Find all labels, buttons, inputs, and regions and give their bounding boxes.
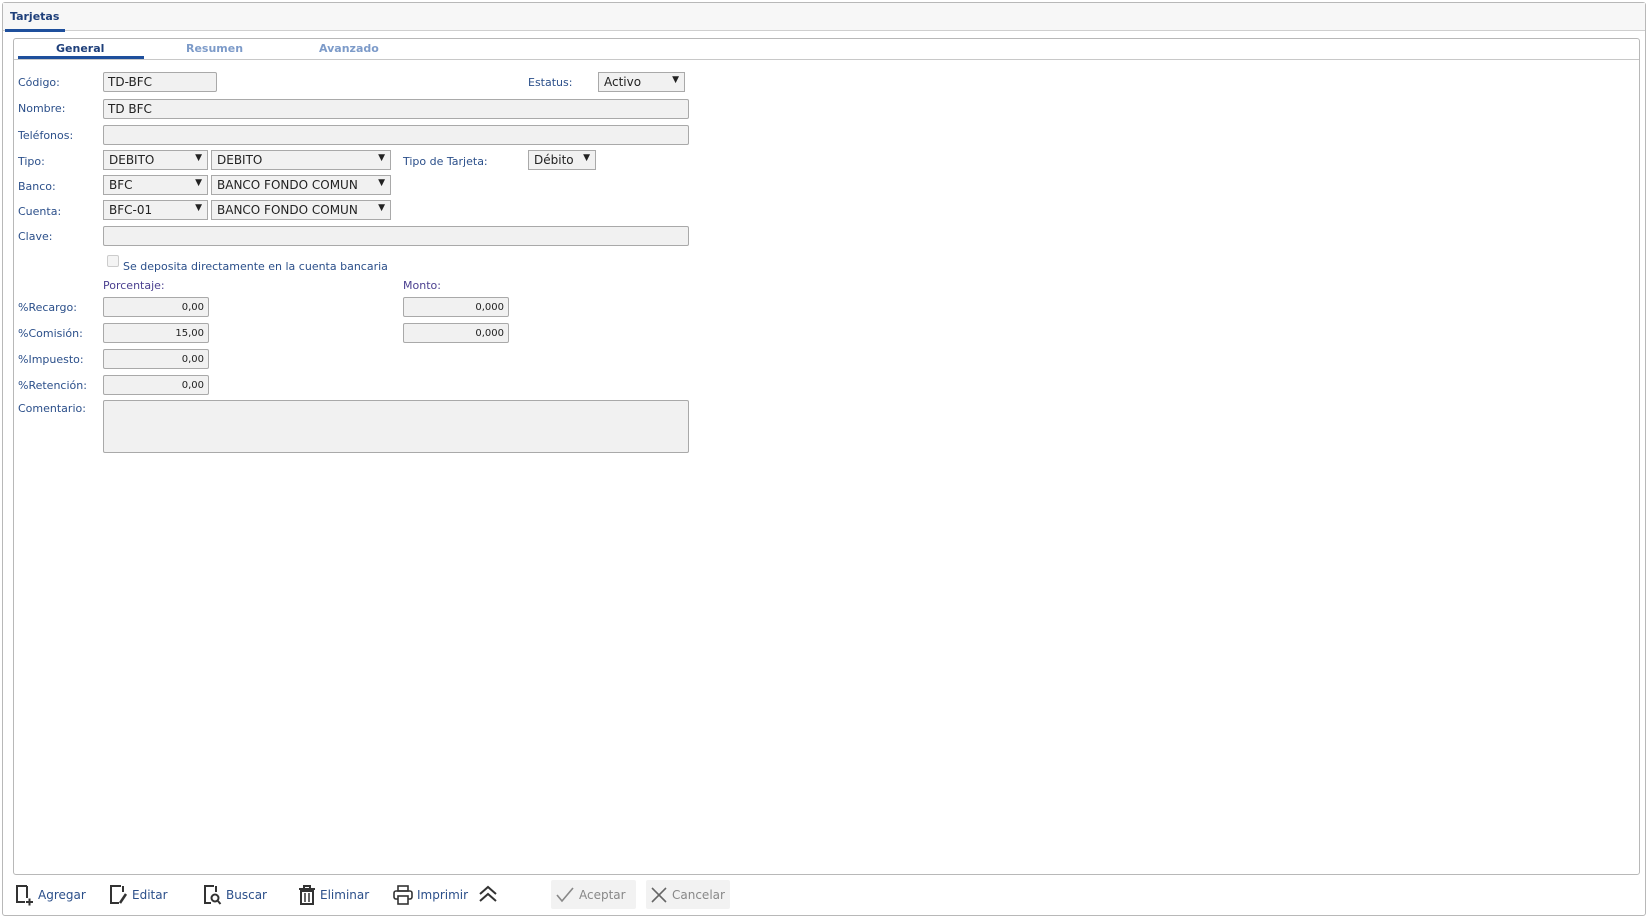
aceptar-button[interactable]: Aceptar [551, 880, 636, 909]
estatus-value: Activo [604, 75, 642, 89]
double-chevron-up-icon [479, 885, 497, 902]
monto-header: Monto: [403, 279, 441, 292]
tipo-label: Tipo: [18, 155, 45, 168]
eliminar-button[interactable]: Eliminar [298, 884, 369, 906]
agregar-button[interactable]: Agregar [14, 884, 86, 906]
dropdown-arrow-icon: ▼ [378, 153, 385, 163]
eliminar-label: Eliminar [320, 888, 370, 902]
clave-input[interactable] [103, 226, 689, 246]
editar-button[interactable]: Editar [108, 884, 168, 906]
check-icon [556, 886, 574, 902]
buscar-label: Buscar [226, 888, 267, 902]
clave-label: Clave: [18, 230, 53, 243]
tab-avanzado[interactable]: Avanzado [319, 42, 379, 55]
dropdown-arrow-icon: ▼ [583, 153, 590, 163]
trash-icon [299, 885, 315, 905]
telefonos-label: Teléfonos: [18, 129, 74, 142]
dropdown-arrow-icon: ▼ [195, 203, 202, 213]
codigo-input[interactable]: TD-BFC [103, 72, 217, 92]
editar-label: Editar [132, 888, 168, 902]
nombre-label: Nombre: [18, 102, 66, 115]
tab-underline [5, 29, 65, 32]
tab-general[interactable]: General [56, 42, 104, 55]
deposita-label: Se deposita directamente en la cuenta ba… [123, 260, 388, 273]
estatus-label: Estatus: [528, 76, 573, 89]
codigo-label: Código: [18, 76, 60, 89]
porcentaje-header: Porcentaje: [103, 279, 165, 292]
tipo-tarjeta-value: Débito [534, 153, 574, 167]
agregar-label: Agregar [38, 888, 86, 902]
estatus-select[interactable]: Activo ▼ [598, 72, 685, 92]
nombre-input[interactable]: TD BFC [103, 99, 689, 119]
aceptar-label: Aceptar [579, 887, 626, 902]
tipo-tarjeta-select[interactable]: Débito ▼ [528, 150, 596, 170]
comision-label: %Comisión: [18, 327, 83, 340]
tipo-code-select[interactable]: DEBITO ▼ [103, 150, 208, 170]
dropdown-arrow-icon: ▼ [195, 153, 202, 163]
tipo-name-select[interactable]: DEBITO ▼ [211, 150, 391, 170]
comision-pct-input[interactable]: 15,00 [103, 323, 209, 343]
tab-resumen[interactable]: Resumen [186, 42, 243, 55]
printer-icon [393, 885, 413, 905]
cuenta-code-select[interactable]: BFC-01 ▼ [103, 200, 208, 220]
recargo-pct-input[interactable]: 0,00 [103, 297, 209, 317]
banco-code-select[interactable]: BFC ▼ [103, 175, 208, 195]
recargo-label: %Recargo: [18, 301, 77, 314]
dropdown-arrow-icon: ▼ [378, 203, 385, 213]
imprimir-button[interactable]: Imprimir [393, 884, 468, 906]
window-tabbar [3, 3, 1645, 31]
buscar-button[interactable]: Buscar [202, 884, 267, 906]
comision-monto-input[interactable]: 0,000 [403, 323, 509, 343]
cancelar-label: Cancelar [672, 887, 725, 902]
add-document-icon [16, 885, 33, 906]
comentario-label: Comentario: [18, 402, 86, 415]
dropdown-arrow-icon: ▼ [195, 178, 202, 188]
banco-name-value: BANCO FONDO COMUN [217, 178, 358, 192]
subtab-bar [14, 39, 1639, 60]
banco-label: Banco: [18, 180, 56, 193]
impuesto-pct-input[interactable]: 0,00 [103, 349, 209, 369]
retencion-pct-input[interactable]: 0,00 [103, 375, 209, 395]
edit-document-icon [110, 885, 128, 904]
deposita-checkbox[interactable] [107, 255, 119, 267]
retencion-label: %Retención: [18, 379, 87, 392]
tab-tarjetas[interactable]: Tarjetas [10, 10, 59, 23]
banco-code-value: BFC [109, 178, 133, 192]
comentario-textarea[interactable] [103, 400, 689, 453]
impuesto-label: %Impuesto: [18, 353, 84, 366]
collapse-button[interactable] [478, 884, 498, 904]
tipo-name-value: DEBITO [217, 153, 263, 167]
close-icon [651, 886, 667, 903]
cuenta-code-value: BFC-01 [109, 203, 153, 217]
recargo-monto-input[interactable]: 0,000 [403, 297, 509, 317]
imprimir-label: Imprimir [417, 888, 469, 902]
dropdown-arrow-icon: ▼ [378, 178, 385, 188]
search-document-icon [204, 885, 222, 905]
active-tab-underline [18, 56, 144, 59]
cuenta-name-select[interactable]: BANCO FONDO COMUN ▼ [211, 200, 391, 220]
cuenta-name-value: BANCO FONDO COMUN [217, 203, 358, 217]
tipo-tarjeta-label: Tipo de Tarjeta: [403, 155, 488, 168]
cancelar-button[interactable]: Cancelar [646, 880, 730, 909]
telefonos-input[interactable] [103, 125, 689, 145]
banco-name-select[interactable]: BANCO FONDO COMUN ▼ [211, 175, 391, 195]
dropdown-arrow-icon: ▼ [672, 75, 679, 85]
tipo-code-value: DEBITO [109, 153, 155, 167]
cuenta-label: Cuenta: [18, 205, 62, 218]
